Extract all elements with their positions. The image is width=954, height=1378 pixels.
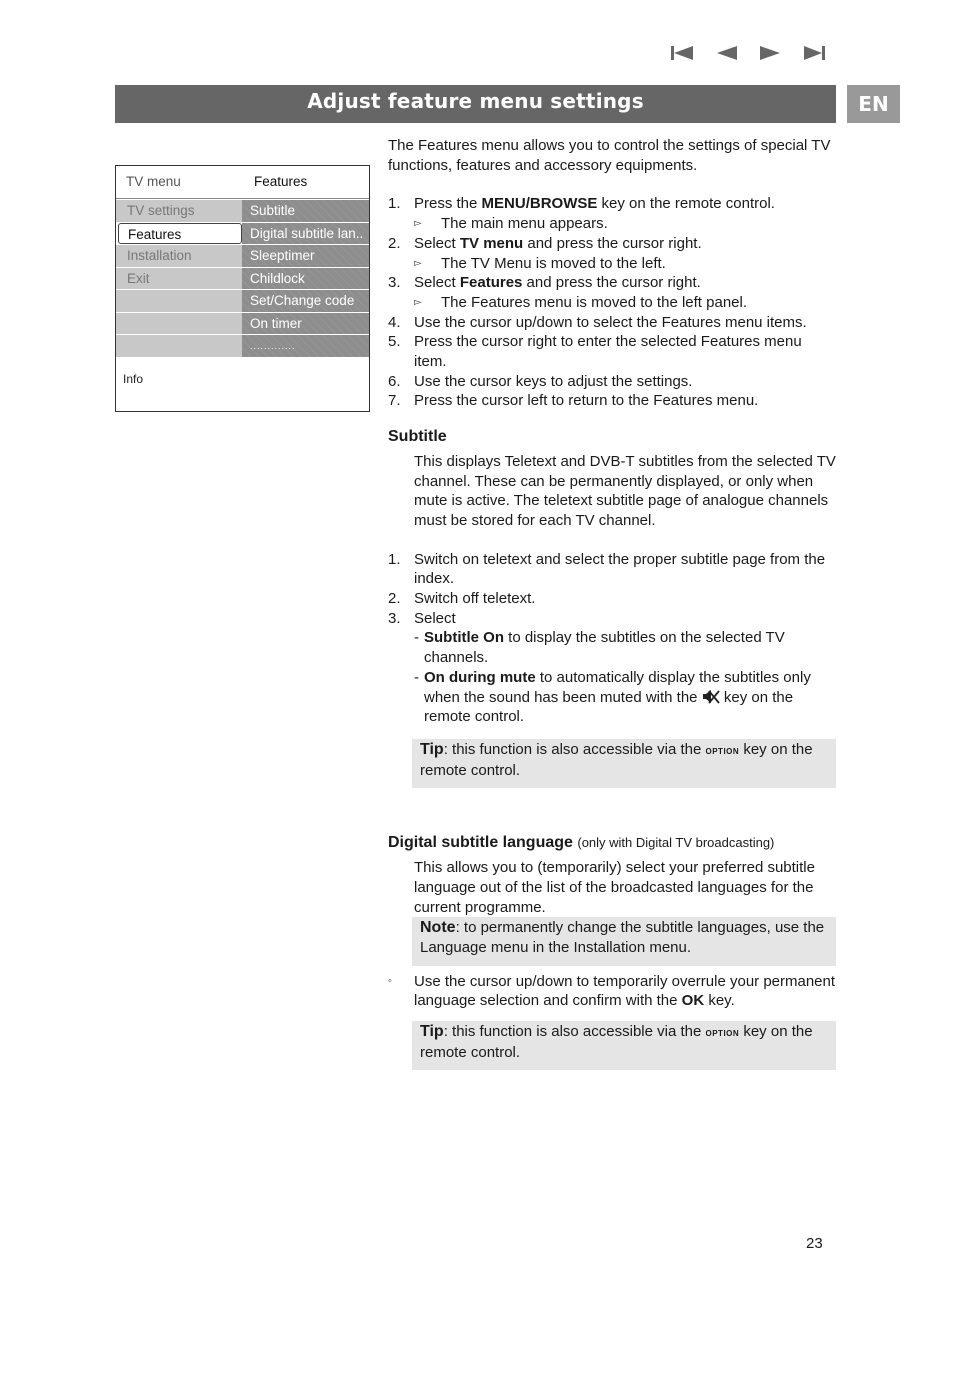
- step-item: 2. Select TV menu and press the cursor r…: [388, 234, 838, 273]
- menu-row: On timer: [116, 312, 369, 335]
- page-navigation: [670, 44, 840, 64]
- step-result: ▻ The TV Menu is moved to the left.: [414, 254, 666, 272]
- info-label: Info: [123, 372, 144, 386]
- step-item: 3. Select - Subtitle On to display the sub…: [388, 609, 838, 727]
- previous-icon[interactable]: [716, 44, 740, 62]
- tip-box: Tip: this function is also accessible vi…: [412, 738, 836, 789]
- next-icon[interactable]: [759, 44, 783, 62]
- skip-to-last-icon[interactable]: [803, 44, 827, 62]
- step-item: 7. Press the cursor left to return to the…: [388, 392, 759, 410]
- tip-box: Tip: this function is also accessible vi…: [412, 1021, 836, 1071]
- menu-item-empty: [116, 312, 242, 334]
- menu-item-empty: [116, 290, 242, 312]
- menu-row: Exit Childlock: [116, 267, 369, 290]
- title-bar: Adjust feature menu settings: [115, 85, 836, 123]
- bullet-item: ◦ Use the cursor up/down to temporarily …: [388, 972, 836, 1010]
- feature-item-more[interactable]: .............: [242, 335, 369, 357]
- menu-item-empty: [116, 335, 242, 357]
- tv-menu-title: TV menu: [126, 174, 181, 189]
- menu-row: Features Digital subtitle lan..: [116, 222, 369, 245]
- steps-list: 1. Press the MENU/BROWSE key on the remo…: [388, 194, 838, 411]
- subtitle-steps-list: 1. Switch on teletext and select the prop…: [388, 550, 838, 727]
- feature-item-digital-subtitle-language[interactable]: Digital subtitle lan..: [242, 222, 369, 244]
- feature-item-subtitle[interactable]: Subtitle: [242, 200, 369, 222]
- menu-item-features[interactable]: Features: [118, 222, 242, 244]
- tv-menu-rows: TV settings Subtitle Features Digital su…: [116, 200, 369, 358]
- mute-icon: [702, 689, 720, 704]
- tv-menu-screenshot: TV menu Features TV settings Subtitle Fe…: [115, 165, 370, 412]
- step-item: 1. Press the MENU/BROWSE key on the remo…: [388, 194, 838, 233]
- option-on-during-mute: - On during mute to automatically display…: [414, 668, 811, 726]
- tv-menu-header: TV menu Features: [116, 166, 369, 199]
- step-result: ▻ The Features menu is moved to the left …: [414, 293, 747, 311]
- menu-item-exit[interactable]: Exit: [116, 267, 242, 289]
- result-arrow-icon: ▻: [414, 296, 422, 308]
- option-key: OPTION: [705, 742, 740, 757]
- menu-item-tv-settings[interactable]: TV settings: [116, 200, 242, 222]
- page-number: 23: [806, 1235, 823, 1252]
- feature-item-childlock[interactable]: Childlock: [242, 267, 369, 289]
- skip-to-first-icon[interactable]: [670, 44, 694, 62]
- step-item: 6. Use the cursor keys to adjust the sett…: [388, 372, 693, 390]
- page-title: Adjust feature menu settings: [307, 89, 644, 113]
- intro-paragraph: The Features menu allows you to control …: [388, 137, 831, 174]
- menu-item-installation[interactable]: Installation: [116, 245, 242, 267]
- menu-row: Set/Change code: [116, 290, 369, 313]
- option-subtitle-on: - Subtitle On to display the subtitles on…: [414, 629, 785, 667]
- features-title: Features: [254, 174, 308, 189]
- bullet-icon: ◦: [388, 974, 392, 987]
- step-item: 5. Press the cursor right to enter the se…: [388, 333, 802, 371]
- feature-item-set-change-code[interactable]: Set/Change code: [242, 290, 369, 312]
- main-content: The Features menu allows you to control …: [388, 136, 838, 1071]
- menu-row: .............: [116, 335, 369, 358]
- step-result: ▻ The main menu appears.: [414, 215, 608, 233]
- menu-row: TV settings Subtitle: [116, 200, 369, 223]
- subtitle-heading: Subtitle: [388, 428, 447, 446]
- result-arrow-icon: ▻: [414, 257, 422, 269]
- step-item: 4. Use the cursor up/down to select the F…: [388, 313, 807, 331]
- menu-row: Installation Sleeptimer: [116, 245, 369, 268]
- feature-item-on-timer[interactable]: On timer: [242, 312, 369, 334]
- digital-subtitle-heading: Digital subtitle language (only with Dig…: [388, 834, 775, 852]
- feature-item-sleeptimer[interactable]: Sleeptimer: [242, 245, 369, 267]
- language-badge: EN: [847, 85, 900, 123]
- step-item: 2. Switch off teletext.: [388, 590, 536, 608]
- option-key: OPTION: [705, 1025, 740, 1040]
- subtitle-description: This displays Teletext and DVB-T subtitl…: [414, 452, 836, 529]
- note-box: Note: to permanently change the subtitle…: [412, 917, 836, 966]
- digital-subtitle-description: This allows you to (temporarily) select …: [414, 859, 815, 916]
- step-item: 3. Select Features and press the cursor …: [388, 273, 838, 312]
- result-arrow-icon: ▻: [414, 218, 422, 230]
- step-item: 1. Switch on teletext and select the prop…: [388, 550, 826, 588]
